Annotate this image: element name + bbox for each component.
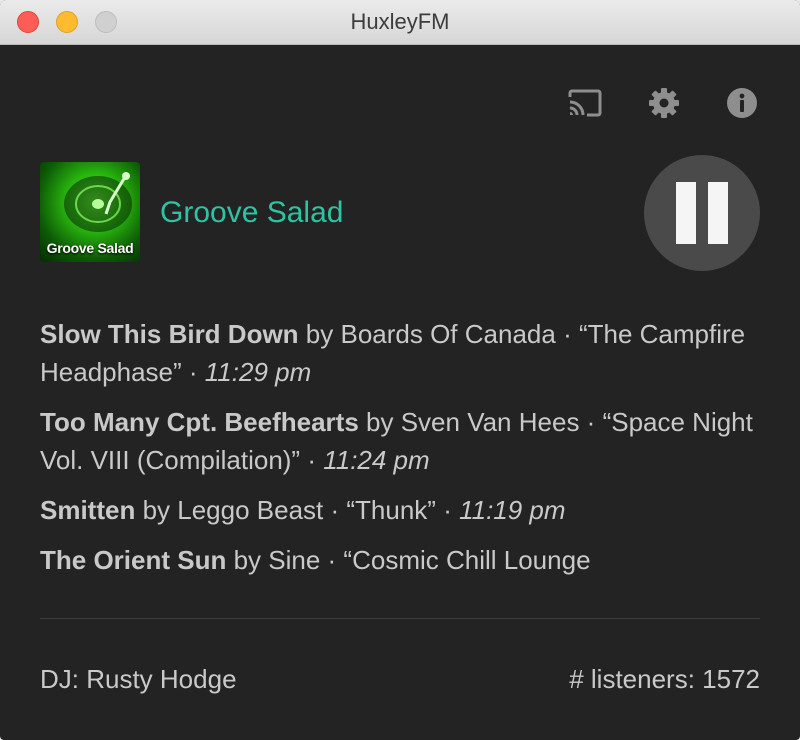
- separator: ·: [181, 357, 205, 387]
- track-item: The Orient Sun by Sine · “Cosmic Chill L…: [40, 541, 760, 579]
- track-item: Smitten by Leggo Beast · “Thunk” · 11:19…: [40, 491, 760, 529]
- dj-name: DJ: Rusty Hodge: [40, 664, 237, 694]
- listener-count: # listeners: 1572: [569, 664, 760, 694]
- title-bar[interactable]: HuxleyFM: [0, 0, 800, 45]
- separator: ·: [555, 319, 579, 349]
- app-window: HuxleyFM Groove Salad Groove Salad Slow …: [0, 0, 800, 740]
- separator: ·: [323, 495, 347, 525]
- station-artwork: Groove Salad: [40, 162, 140, 262]
- separator: ·: [579, 407, 603, 437]
- info-icon[interactable]: [724, 86, 760, 120]
- window-title: HuxleyFM: [350, 9, 450, 34]
- track-title: Smitten: [40, 495, 136, 525]
- pause-bar-left: [676, 182, 696, 244]
- separator: ·: [300, 445, 324, 475]
- separator: ·: [320, 545, 344, 575]
- track-item: Too Many Cpt. Beefhearts by Sven Van Hee…: [40, 403, 760, 479]
- track-title: Too Many Cpt. Beefhearts: [40, 407, 359, 437]
- by-text: by: [135, 495, 178, 525]
- track-title: Slow This Bird Down: [40, 319, 299, 349]
- track-time: 11:29 pm: [204, 357, 312, 387]
- gear-icon[interactable]: [646, 86, 682, 120]
- track-time: 11:19 pm: [459, 495, 566, 525]
- by-text: by: [298, 319, 341, 349]
- track-title: The Orient Sun: [40, 545, 227, 575]
- track-artist: Sven Van Hees: [400, 407, 580, 437]
- track-artist: Leggo Beast: [177, 495, 324, 525]
- cast-icon[interactable]: [567, 86, 603, 120]
- divider: [40, 618, 760, 619]
- track-album: “Thunk”: [346, 495, 436, 525]
- by-text: by: [358, 407, 401, 437]
- track-item: Slow This Bird Down by Boards Of Canada …: [40, 315, 760, 391]
- track-artist: Boards Of Canada: [340, 319, 556, 349]
- track-time: 11:24 pm: [323, 445, 430, 475]
- station-name[interactable]: Groove Salad: [160, 196, 343, 230]
- pause-bar-right: [708, 182, 728, 244]
- track-album: “Cosmic Chill Lounge: [343, 545, 591, 575]
- pause-button[interactable]: [644, 155, 760, 271]
- artwork-label: Groove Salad: [46, 240, 134, 256]
- separator: ·: [435, 495, 460, 525]
- track-artist: Sine: [268, 545, 321, 575]
- track-history: Slow This Bird Down by Boards Of Canada …: [40, 315, 760, 591]
- by-text: by: [226, 545, 269, 575]
